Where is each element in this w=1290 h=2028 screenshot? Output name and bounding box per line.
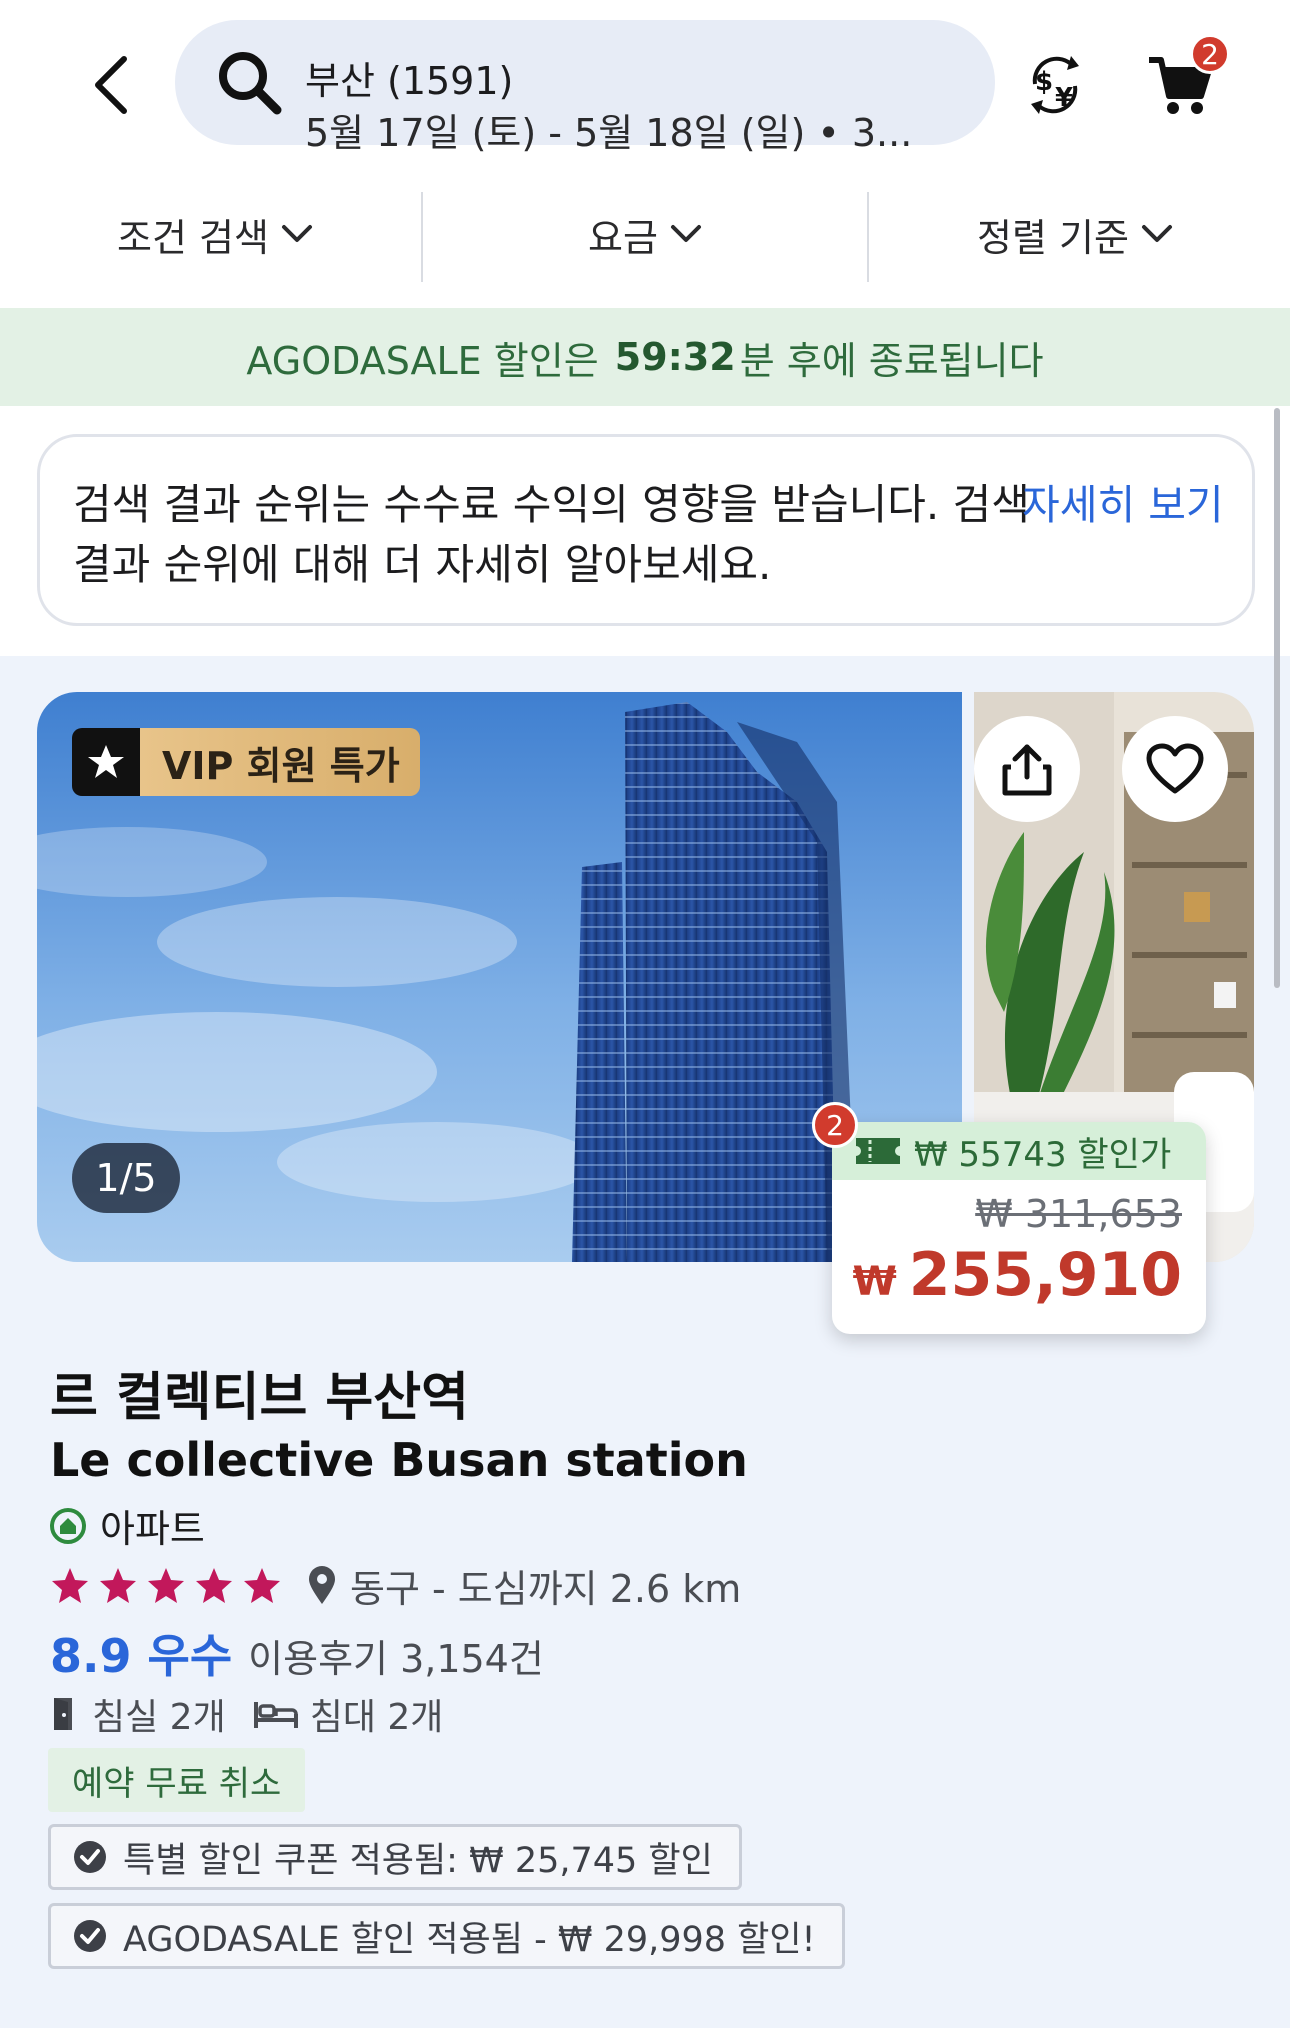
sale-applied-text: AGODASALE 할인 적용됨 - ₩ 29,998 할인!	[123, 1919, 816, 1960]
sale-prefix: AGODASALE 할인은	[246, 338, 599, 383]
search-dates: 5월 17일 (토) - 5월 18일 (일) • 3...	[305, 111, 913, 155]
svg-text:¥: ¥	[1055, 83, 1073, 113]
top-bar: 부산 (1591) 5월 17일 (토) - 5월 18일 (일) • 3...…	[0, 0, 1290, 160]
discount-label: ₩ 55743 할인가	[914, 1134, 1172, 1175]
svg-text:$: $	[1035, 67, 1053, 97]
filter-bar: 조건 검색 요금 정렬 기준	[0, 160, 1290, 308]
check-circle-icon	[74, 1841, 106, 1873]
discount-strip: ₩ 55743 할인가	[832, 1122, 1206, 1180]
filter-sort-button[interactable]: 정렬 기준	[860, 160, 1290, 308]
location-text: 동구 - 도심까지 2.6 km	[350, 1567, 742, 1611]
price-value: 255,910	[908, 1240, 1182, 1310]
location-pin-icon	[309, 1565, 335, 1604]
chevron-down-icon	[670, 225, 701, 242]
chevron-down-icon	[281, 225, 312, 242]
coupon-icon	[856, 1138, 900, 1164]
star-icon	[52, 1567, 88, 1603]
free-cancellation-tag: 예약 무료 취소	[48, 1748, 306, 1812]
coupon-applied-text: 특별 할인 쿠폰 적용됨: ₩ 25,745 할인	[123, 1840, 713, 1881]
original-price: ₩ 311,653	[975, 1192, 1182, 1236]
discount-count-badge: 2	[812, 1102, 858, 1148]
ranking-notice-card: 검색 결과 순위는 수수료 수익의 영향을 받습니다. 검색 결과 순위에 대해…	[37, 434, 1255, 626]
rooms-row: 침실 2개 침대 2개	[50, 1688, 443, 1740]
star-icon	[196, 1567, 232, 1603]
check-circle-icon	[74, 1920, 106, 1952]
cart-count-badge: 2	[1190, 34, 1230, 74]
sale-timer: 59:32	[614, 335, 736, 379]
property-type: 아파트	[50, 1498, 205, 1553]
chevron-down-icon	[1141, 225, 1172, 242]
vip-deal-badge: VIP 회원 특가	[72, 728, 420, 796]
filter-conditions-button[interactable]: 조건 검색	[0, 160, 430, 308]
home-icon	[50, 1507, 86, 1544]
filter-price-button[interactable]: 요금	[430, 160, 860, 308]
search-destination: 부산 (1591)	[305, 59, 514, 103]
bedrooms-label: 침실 2개	[92, 1697, 226, 1738]
search-icon	[219, 52, 282, 115]
ranking-notice-area: 검색 결과 순위는 수수료 수익의 영향을 받습니다. 검색 결과 순위에 대해…	[0, 406, 1290, 656]
discounted-price: ₩255,910	[853, 1240, 1182, 1310]
currency-button[interactable]: $ ¥	[1025, 50, 1085, 120]
filter-label: 조건 검색	[117, 215, 269, 260]
coupon-applied-tag: 특별 할인 쿠폰 적용됨: ₩ 25,745 할인	[48, 1824, 742, 1890]
chevron-left-icon	[95, 56, 127, 114]
learn-more-link[interactable]: 자세히 보기	[1022, 475, 1224, 535]
photo-counter: 1/5	[72, 1143, 180, 1213]
star-icon	[148, 1567, 184, 1603]
divider	[421, 192, 423, 282]
star-icon	[72, 728, 140, 796]
vip-deal-label: VIP 회원 특가	[140, 728, 420, 796]
door-icon	[54, 1698, 72, 1730]
bed-icon	[253, 1702, 298, 1728]
currency-exchange-icon: $ ¥	[1031, 56, 1079, 114]
favorite-button[interactable]	[1122, 716, 1228, 822]
sale-applied-tag: AGODASALE 할인 적용됨 - ₩ 29,998 할인!	[48, 1903, 845, 1969]
review-score: 8.9 우수	[50, 1629, 233, 1683]
star-rating	[50, 1566, 282, 1606]
scrollbar[interactable]	[1274, 408, 1280, 988]
beds-label: 침대 2개	[309, 1697, 444, 1738]
hotel-name-english[interactable]: Le collective Busan station	[50, 1433, 748, 1487]
review-score-row[interactable]: 8.9 우수 이용후기 3,154건	[50, 1620, 544, 1686]
review-count: 이용후기 3,154건	[248, 1637, 544, 1681]
property-type-label: 아파트	[100, 1507, 205, 1551]
filter-label: 요금	[588, 215, 658, 260]
heart-icon	[1146, 743, 1204, 794]
back-button[interactable]	[80, 50, 140, 120]
star-icon	[244, 1567, 280, 1603]
star-icon	[100, 1567, 136, 1603]
sale-suffix: 분 후에 종료됩니다	[739, 338, 1044, 383]
hotel-name-korean[interactable]: 르 컬렉티브 부산역	[50, 1355, 469, 1430]
sale-countdown-banner: AGODASALE 할인은 59:32 분 후에 종료됩니다	[0, 308, 1290, 406]
ranking-notice-text: 검색 결과 순위는 수수료 수익의 영향을 받습니다. 검색 결과 순위에 대해…	[73, 480, 1030, 589]
search-summary-bar[interactable]: 부산 (1591) 5월 17일 (토) - 5월 18일 (일) • 3...	[175, 20, 995, 155]
currency-symbol: ₩	[852, 1259, 897, 1305]
share-button[interactable]	[974, 716, 1080, 822]
rating-location-row: 동구 - 도심까지 2.6 km	[50, 1558, 741, 1613]
price-box[interactable]: ₩ 55743 할인가 ₩ 311,653 ₩255,910	[832, 1122, 1206, 1334]
share-icon	[1002, 744, 1052, 796]
filter-label: 정렬 기준	[977, 215, 1129, 260]
